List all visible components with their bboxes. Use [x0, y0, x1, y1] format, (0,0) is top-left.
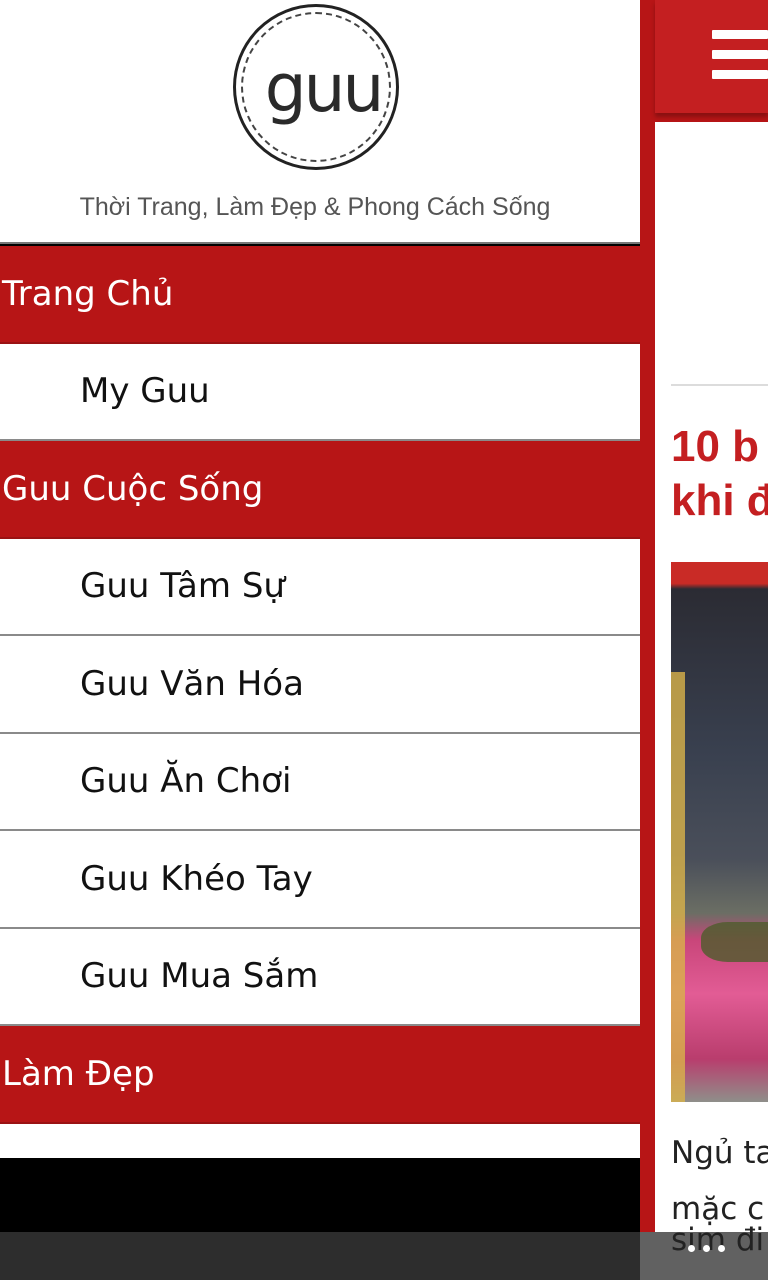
tagline: Thời Trang, Làm Đẹp & Phong Cách Sống — [79, 193, 551, 221]
menu-item-my-guu[interactable]: My Guu — [0, 343, 640, 441]
guu-logo[interactable]: guu — [233, 4, 399, 170]
drawer-header: guu Thời Trang, Làm Đẹp & Phong Cách Sốn… — [0, 0, 640, 244]
menu-item-guu-van-hoa[interactable]: Guu Văn Hóa — [0, 636, 640, 734]
screen: 10 b khi đ Ngủ ta mặc c guu Thời Trang, … — [0, 0, 768, 1280]
navigation-drawer: guu Thời Trang, Làm Đẹp & Phong Cách Sốn… — [0, 0, 640, 1280]
menu-item-lam-dep[interactable]: Làm Đẹp — [0, 1026, 640, 1124]
article-excerpt: Ngủ ta mặc c — [671, 1135, 768, 1227]
drawer-menu: Trang Chủ My Guu Guu Cuộc Sống Guu Tâm S… — [0, 246, 640, 1158]
divider — [671, 384, 768, 386]
top-bar — [655, 0, 768, 113]
menu-item-guu-an-choi[interactable]: Guu Ăn Chơi — [0, 733, 640, 831]
logo-ring: guu — [241, 12, 391, 162]
menu-item-trang-chu[interactable]: Trang Chủ — [0, 246, 640, 344]
menu-item-guu-tam-su[interactable]: Guu Tâm Sự — [0, 538, 640, 636]
menu-item-guu-kheo-tay[interactable]: Guu Khéo Tay — [0, 831, 640, 929]
menu-item-guu-mua-sam[interactable]: Guu Mua Sắm — [0, 928, 640, 1026]
content-pane: 10 b khi đ Ngủ ta mặc c — [640, 0, 768, 1280]
article-title[interactable]: 10 b khi đ — [671, 420, 768, 528]
menu-item-partial[interactable] — [0, 1123, 640, 1158]
menu-item-guu-cuoc-song[interactable]: Guu Cuộc Sống — [0, 441, 640, 539]
more-dots-icon[interactable] — [688, 1245, 728, 1257]
logo-text: guu — [264, 50, 385, 127]
article-card[interactable]: 10 b khi đ Ngủ ta mặc c — [655, 122, 768, 1280]
hamburger-icon[interactable] — [712, 30, 768, 80]
article-image[interactable] — [671, 562, 768, 1102]
app-bar: sim đi — [0, 1222, 768, 1280]
